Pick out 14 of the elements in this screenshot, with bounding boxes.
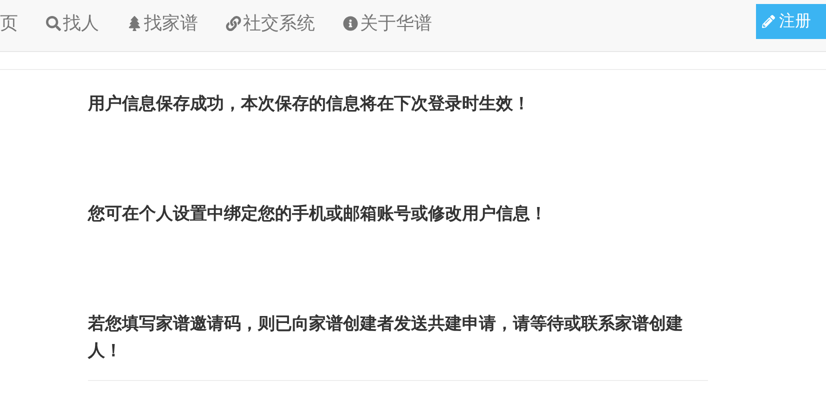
info-icon <box>343 16 358 30</box>
nav-link[interactable]: 关于华谱 <box>343 10 432 36</box>
tree-icon <box>127 16 142 30</box>
search-icon <box>46 16 61 30</box>
nav-link[interactable]: 页 <box>0 10 18 36</box>
message-text: 若您填写家谱邀请码，则已向家谱创建者发送共建申请，请等待或联系家谱创建人！ <box>88 313 684 362</box>
pencil-icon <box>762 15 775 28</box>
nav-link[interactable]: 找家谱 <box>127 10 198 36</box>
nav-link[interactable]: 找人 <box>46 10 99 36</box>
link-icon <box>226 16 241 30</box>
nav-link[interactable]: 社交系统 <box>226 10 315 36</box>
message-text: 用户信息保存成功，本次保存的信息将在下次登录时生效！ <box>88 93 531 115</box>
message-text: 您可在个人设置中绑定您的手机或邮箱账号或修改用户信息！ <box>88 203 548 225</box>
register-button[interactable]: 注册 <box>756 4 826 39</box>
